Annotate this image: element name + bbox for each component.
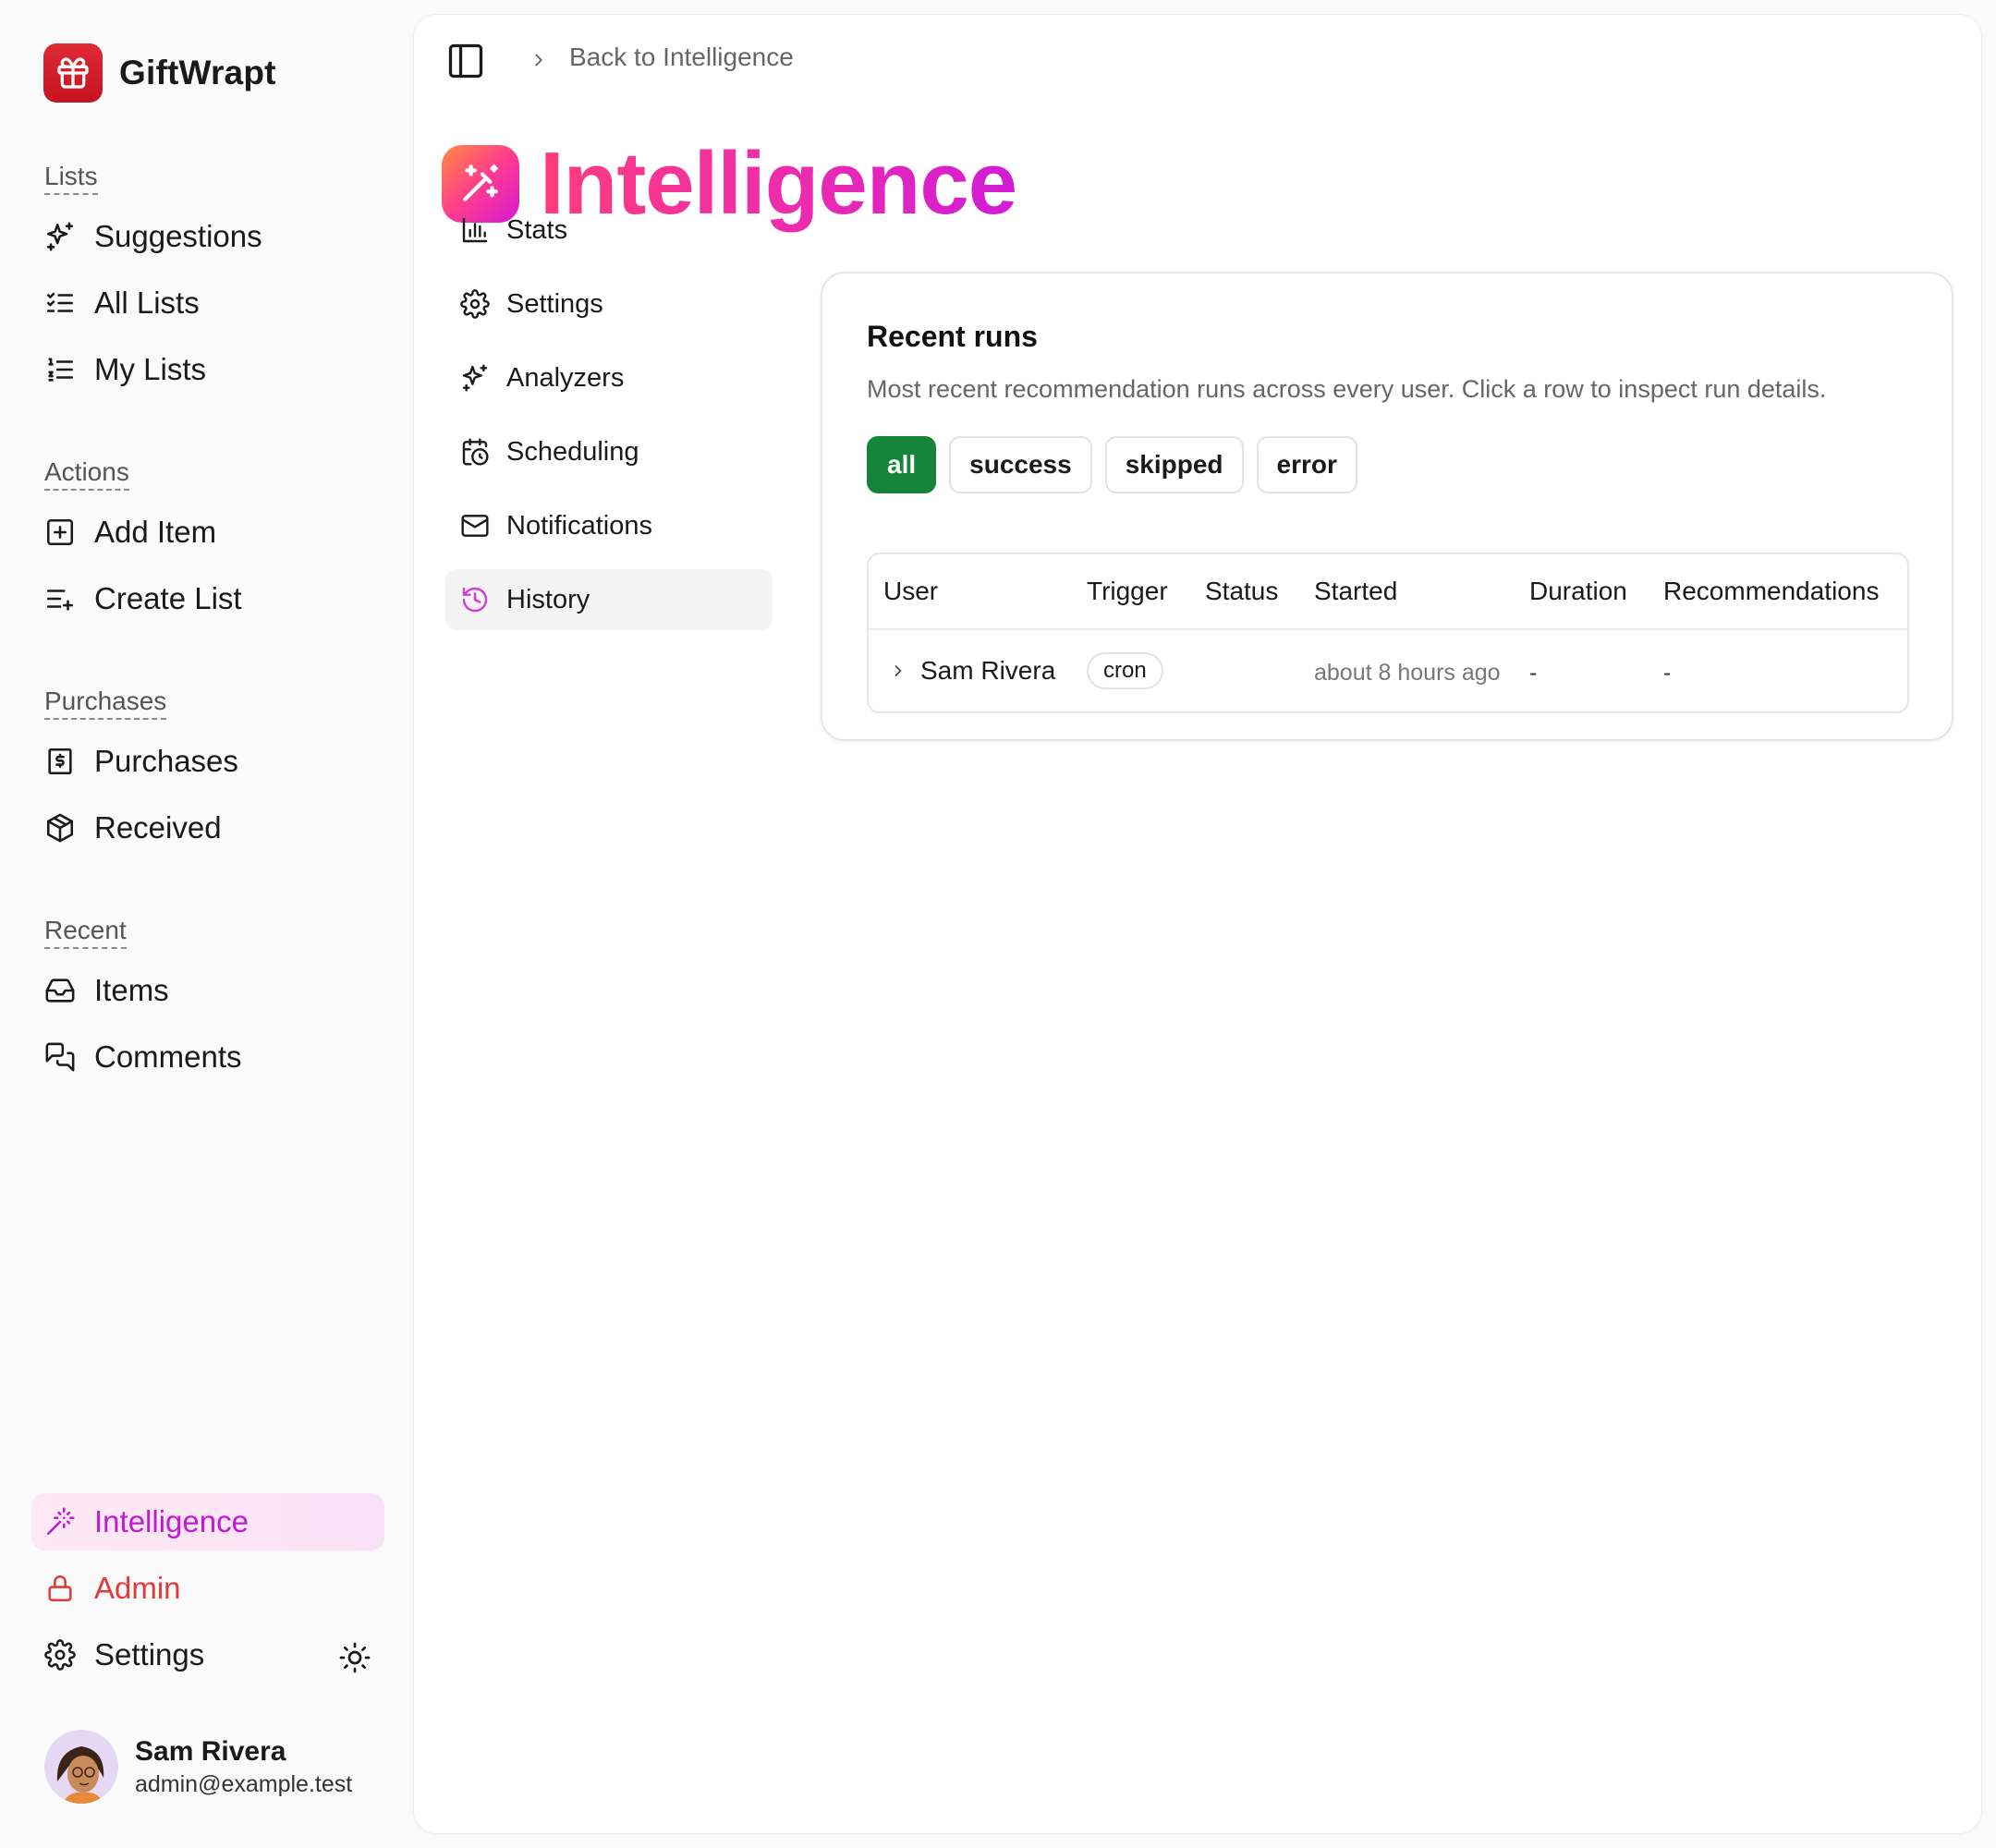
mail-icon — [460, 511, 490, 541]
sidebar-item-intelligence[interactable]: Intelligence — [31, 1493, 384, 1550]
sidebar-item-create-list[interactable]: Create List — [31, 570, 384, 627]
bar-chart-icon — [460, 215, 490, 245]
sidebar-item-label: My Lists — [94, 352, 207, 386]
sidebar-item-label: Add Item — [94, 515, 217, 549]
list-plus-icon — [44, 583, 76, 614]
filter-error-button[interactable]: error — [1256, 436, 1357, 493]
cell-recommendations: - — [1663, 660, 1672, 686]
subnav-notifications[interactable]: Notifications — [445, 495, 773, 556]
receipt-icon — [44, 746, 76, 777]
user-name: Sam Rivera — [135, 1735, 286, 1767]
square-plus-icon — [44, 517, 76, 548]
subnav-label: Analyzers — [506, 362, 625, 393]
sidebar-item-label: Intelligence — [94, 1504, 249, 1538]
sidebar-item-received[interactable]: Received — [31, 799, 384, 857]
subnav-history[interactable]: History — [445, 569, 773, 630]
history-icon — [460, 585, 490, 614]
sidebar-item-label: Admin — [94, 1571, 181, 1605]
sidebar-item-purchases[interactable]: Purchases — [31, 733, 384, 790]
column-header-recommendations[interactable]: Recommendations — [1663, 577, 1879, 606]
brand[interactable]: GiftWrapt — [43, 43, 276, 103]
sidebar-item-settings[interactable]: Settings — [31, 1626, 384, 1684]
subnav-label: Scheduling — [506, 436, 639, 467]
status-filters: all success skipped error — [867, 436, 1357, 493]
subnav-stats[interactable]: Stats — [445, 200, 773, 261]
sidebar-item-label: Suggestions — [94, 219, 262, 253]
sidebar-toggle-icon[interactable] — [445, 41, 486, 81]
sidebar: GiftWrapt Lists Suggestions All Lists My… — [0, 0, 414, 1848]
cell-user: Sam Rivera — [920, 656, 1056, 685]
runs-table: User Trigger Status Started Duration Rec… — [867, 553, 1909, 713]
section-title-purchases: Purchases — [44, 686, 167, 720]
sidebar-item-label: Purchases — [94, 744, 238, 778]
gear-icon — [44, 1639, 76, 1671]
user-card[interactable]: Sam Rivera admin@example.test — [44, 1730, 352, 1804]
column-header-started[interactable]: Started — [1314, 577, 1397, 606]
chevron-right-icon[interactable] — [889, 662, 907, 680]
user-email: admin@example.test — [135, 1770, 353, 1797]
chevron-right-icon — [529, 50, 549, 70]
cell-duration: - — [1529, 660, 1538, 686]
subnav-label: Settings — [506, 288, 603, 319]
inbox-icon — [44, 975, 76, 1006]
sparkles-icon — [44, 221, 76, 252]
sidebar-item-comments[interactable]: Comments — [31, 1028, 384, 1086]
filter-skipped-button[interactable]: skipped — [1104, 436, 1244, 493]
subnav-label: Notifications — [506, 510, 652, 541]
main-panel: Back to Intelligence Intelligence Stats … — [414, 15, 1981, 1833]
sidebar-item-suggestions[interactable]: Suggestions — [31, 208, 384, 265]
card-title: Recent runs — [867, 320, 1038, 353]
wand-icon — [44, 1506, 76, 1538]
sparkles-icon — [460, 363, 490, 393]
sidebar-item-label: Settings — [94, 1637, 205, 1672]
sidebar-item-my-lists[interactable]: My Lists — [31, 341, 384, 398]
subnav-scheduling[interactable]: Scheduling — [445, 421, 773, 482]
gift-icon — [43, 43, 103, 103]
sidebar-item-admin[interactable]: Admin — [31, 1560, 384, 1617]
list-checks-icon — [44, 287, 76, 319]
list-ordered-icon — [44, 354, 76, 385]
sidebar-item-items[interactable]: Items — [31, 962, 384, 1019]
package-open-icon — [44, 812, 76, 844]
sidebar-item-label: Items — [94, 973, 169, 1007]
table-row[interactable]: Sam Rivera cron about 8 hours ago - - — [869, 630, 1907, 711]
section-title-lists: Lists — [44, 161, 98, 195]
section-title-actions: Actions — [44, 456, 129, 491]
sun-icon[interactable] — [338, 1641, 371, 1674]
column-header-status[interactable]: Status — [1205, 577, 1278, 606]
trigger-badge: cron — [1087, 652, 1163, 689]
sidebar-item-label: Received — [94, 810, 222, 845]
messages-icon — [44, 1041, 76, 1073]
subnav-label: Stats — [506, 214, 568, 245]
filter-success-button[interactable]: success — [949, 436, 1092, 493]
sidebar-item-label: Create List — [94, 581, 242, 615]
column-header-user[interactable]: User — [883, 577, 938, 606]
recent-runs-card: Recent runs Most recent recommendation r… — [821, 272, 1953, 741]
calendar-clock-icon — [460, 437, 490, 467]
sidebar-item-all-lists[interactable]: All Lists — [31, 274, 384, 332]
section-title-recent: Recent — [44, 915, 127, 949]
lock-icon — [44, 1573, 76, 1604]
subnav-label: History — [506, 584, 590, 614]
sidebar-item-add-item[interactable]: Add Item — [31, 504, 384, 561]
subnav-analyzers[interactable]: Analyzers — [445, 347, 773, 408]
card-description: Most recent recommendation runs across e… — [867, 375, 1827, 403]
column-header-trigger[interactable]: Trigger — [1087, 577, 1168, 606]
back-to-intelligence-link[interactable]: Back to Intelligence — [569, 43, 794, 72]
gear-icon — [460, 289, 490, 319]
subnav-settings[interactable]: Settings — [445, 274, 773, 334]
sidebar-item-label: All Lists — [94, 286, 200, 320]
column-header-duration[interactable]: Duration — [1529, 577, 1627, 606]
brand-name: GiftWrapt — [119, 54, 276, 91]
sidebar-item-label: Comments — [94, 1040, 242, 1074]
avatar — [44, 1730, 118, 1804]
filter-all-button[interactable]: all — [867, 436, 937, 493]
cell-started: about 8 hours ago — [1314, 660, 1501, 686]
